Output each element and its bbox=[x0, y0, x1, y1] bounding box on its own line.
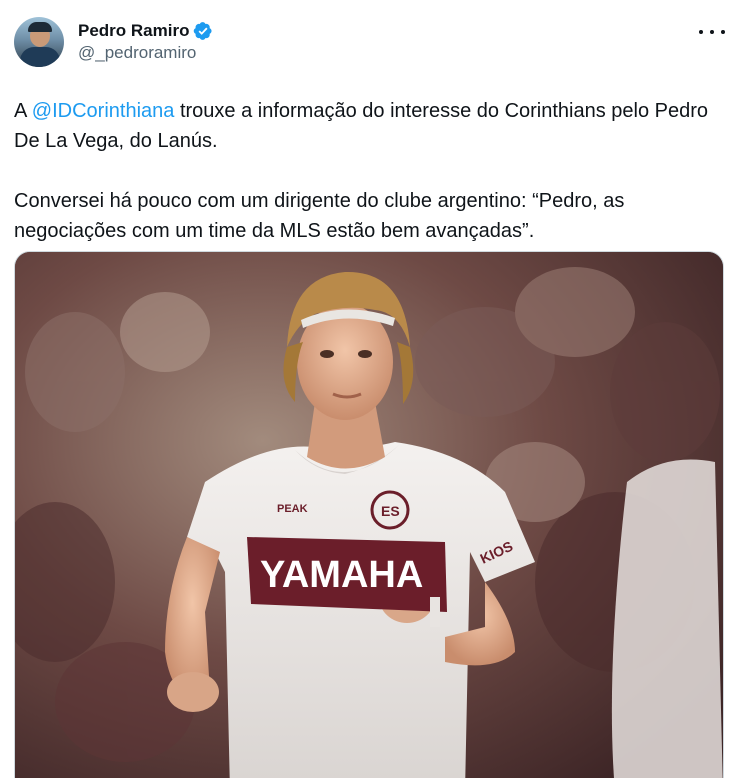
more-options-icon[interactable] bbox=[699, 22, 725, 42]
tweet-paragraph-2: Conversei há pouco com um dirigente do c… bbox=[14, 190, 625, 242]
svg-text:ES: ES bbox=[381, 503, 400, 519]
avatar[interactable] bbox=[14, 17, 64, 67]
tweet-paragraph-1: A @IDCorinthiana trouxe a informação do … bbox=[14, 96, 728, 156]
tweet-header: Pedro Ramiro @_pedroramiro bbox=[14, 14, 731, 70]
name-row: Pedro Ramiro bbox=[78, 20, 213, 42]
author-names: Pedro Ramiro @_pedroramiro bbox=[78, 20, 213, 64]
paragraph-1-prefix: A bbox=[14, 100, 32, 122]
author-handle[interactable]: @_pedroramiro bbox=[78, 42, 213, 64]
tweet-photo[interactable]: YAMAHA ES PEAK KIOS bbox=[14, 251, 724, 778]
verified-badge-icon bbox=[193, 21, 213, 41]
tweet-text: A @IDCorinthiana trouxe a informação do … bbox=[14, 96, 728, 246]
tweet: Pedro Ramiro @_pedroramiro A @IDCorinthi… bbox=[0, 0, 747, 778]
jersey-sponsor-text: YAMAHA bbox=[260, 554, 423, 596]
mention-link[interactable]: @IDCorinthiana bbox=[32, 100, 175, 122]
author-display-name[interactable]: Pedro Ramiro bbox=[78, 20, 189, 42]
jersey-brand-text: PEAK bbox=[277, 503, 308, 515]
